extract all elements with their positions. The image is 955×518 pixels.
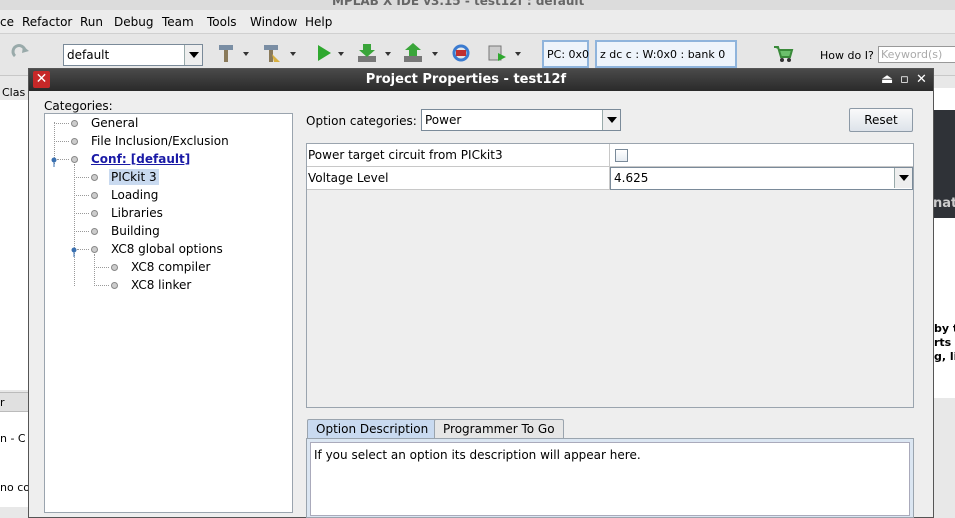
tree-node-file-inclusion[interactable]: File Inclusion/Exclusion [91, 134, 229, 148]
tab-option-description[interactable]: Option Description [307, 419, 438, 438]
right-panel-top [934, 88, 955, 110]
tab-programmer-to-go[interactable]: Programmer To Go [434, 419, 564, 438]
tree-node-pickit3[interactable]: PICkit 3 [109, 169, 159, 185]
chevron-down-icon[interactable] [432, 52, 438, 56]
shade-icon[interactable]: ⏏ [881, 72, 893, 87]
property-name: Power target circuit from PICkit3 [307, 144, 610, 166]
categories-label: Categories: [44, 99, 113, 113]
power-target-checkbox[interactable] [615, 149, 628, 162]
maximize-icon[interactable]: ▫ [900, 72, 909, 87]
property-row: Power target circuit from PICkit3 [307, 144, 913, 167]
tree-node-general[interactable]: General [91, 116, 138, 130]
cart-icon[interactable] [772, 42, 794, 64]
collapse-toggle-icon[interactable] [51, 156, 58, 167]
menu-help[interactable]: Help [305, 15, 332, 29]
tree-node-conf-default[interactable]: Conf: [default] [91, 152, 190, 166]
menu-refactor[interactable]: Refactor [22, 15, 72, 29]
redo-icon[interactable] [10, 42, 32, 64]
left-panel-header: r [0, 392, 28, 412]
menu-run[interactable]: Run [80, 15, 103, 29]
description-panel: If you select an option its description … [306, 438, 914, 518]
chevron-down-icon[interactable] [290, 52, 296, 56]
menu-debug[interactable]: Debug [114, 15, 153, 29]
ide-title-bar: MPLAB X IDE v3.15 - test12f : default [0, 0, 955, 10]
chevron-down-icon [894, 168, 912, 188]
property-row: Voltage Level 4.625 [307, 167, 913, 190]
reset-target-icon[interactable] [450, 42, 472, 64]
node-bullet-icon [71, 156, 78, 163]
ide-title: MPLAB X IDE v3.15 - test12f : default [332, 0, 585, 8]
configuration-select[interactable]: default [63, 44, 203, 66]
pc-status: PC: 0x0 [542, 40, 589, 68]
project-properties-dialog: ✕ Project Properties - test12f ⏏ ▫ ✕ Cat… [28, 68, 934, 518]
register-status: z dc c : W:0x0 : bank 0 [595, 40, 737, 68]
menu-team[interactable]: Team [162, 15, 194, 29]
categories-tree: General File Inclusion/Exclusion Conf: [… [44, 113, 293, 513]
property-sheet: Power target circuit from PICkit3 Voltag… [306, 143, 914, 408]
description-text: If you select an option its description … [310, 442, 910, 516]
node-bullet-icon [111, 264, 118, 271]
left-output-panel: n - C no co [0, 412, 30, 507]
welcome-image: natr [933, 110, 955, 218]
upload-icon[interactable] [402, 42, 424, 64]
chevron-down-icon[interactable] [515, 52, 521, 56]
node-bullet-icon [71, 138, 78, 145]
chevron-down-icon[interactable] [243, 52, 249, 56]
program-icon[interactable] [486, 42, 508, 64]
tree-node-libraries[interactable]: Libraries [111, 206, 163, 220]
tree-node-xc8-compiler[interactable]: XC8 compiler [131, 260, 210, 274]
menu-window[interactable]: Window [250, 15, 297, 29]
option-categories-label: Option categories: [306, 114, 417, 128]
clean-build-icon[interactable] [260, 42, 282, 64]
option-categories-select[interactable]: Power [421, 109, 621, 131]
left-panel [0, 100, 28, 390]
dialog-title-bar[interactable]: ✕ Project Properties - test12f ⏏ ▫ ✕ [29, 69, 933, 91]
tree-node-xc8-linker[interactable]: XC8 linker [131, 278, 191, 292]
reset-button[interactable]: Reset [849, 108, 913, 132]
menu-tools[interactable]: Tools [207, 15, 237, 29]
chevron-down-icon [184, 45, 202, 65]
node-bullet-icon [111, 282, 118, 289]
menu-bar: ce Refactor Run Debug Team Tools Window … [0, 10, 955, 34]
hammer-icon[interactable] [215, 42, 237, 64]
node-bullet-icon [71, 120, 78, 127]
node-bullet-icon [91, 228, 98, 235]
left-panel-fragment: Clas [2, 86, 26, 99]
voltage-level-select[interactable]: 4.625 [610, 167, 913, 190]
chevron-down-icon [602, 110, 620, 130]
menu-partial[interactable]: ce [0, 15, 14, 29]
right-panel: by t rts g, li [934, 218, 955, 398]
tree-node-loading[interactable]: Loading [111, 188, 158, 202]
node-bullet-icon [91, 174, 98, 181]
howdo-label: How do I? [820, 49, 874, 62]
chevron-down-icon[interactable] [338, 52, 344, 56]
collapse-toggle-icon[interactable] [71, 246, 78, 257]
keyword-search-input[interactable]: Keyword(s) [878, 46, 955, 63]
node-bullet-icon [91, 210, 98, 217]
node-bullet-icon [91, 246, 98, 253]
dialog-title: Project Properties - test12f [365, 72, 567, 87]
download-icon[interactable] [356, 42, 378, 64]
close-window-icon[interactable]: ✕ [916, 72, 927, 87]
chevron-down-icon[interactable] [385, 52, 391, 56]
tree-node-xc8-global[interactable]: XC8 global options [111, 242, 223, 256]
node-bullet-icon [91, 192, 98, 199]
run-icon[interactable] [313, 42, 335, 64]
property-name: Voltage Level [307, 167, 610, 189]
tree-node-building[interactable]: Building [111, 224, 160, 238]
property-value [610, 144, 913, 166]
